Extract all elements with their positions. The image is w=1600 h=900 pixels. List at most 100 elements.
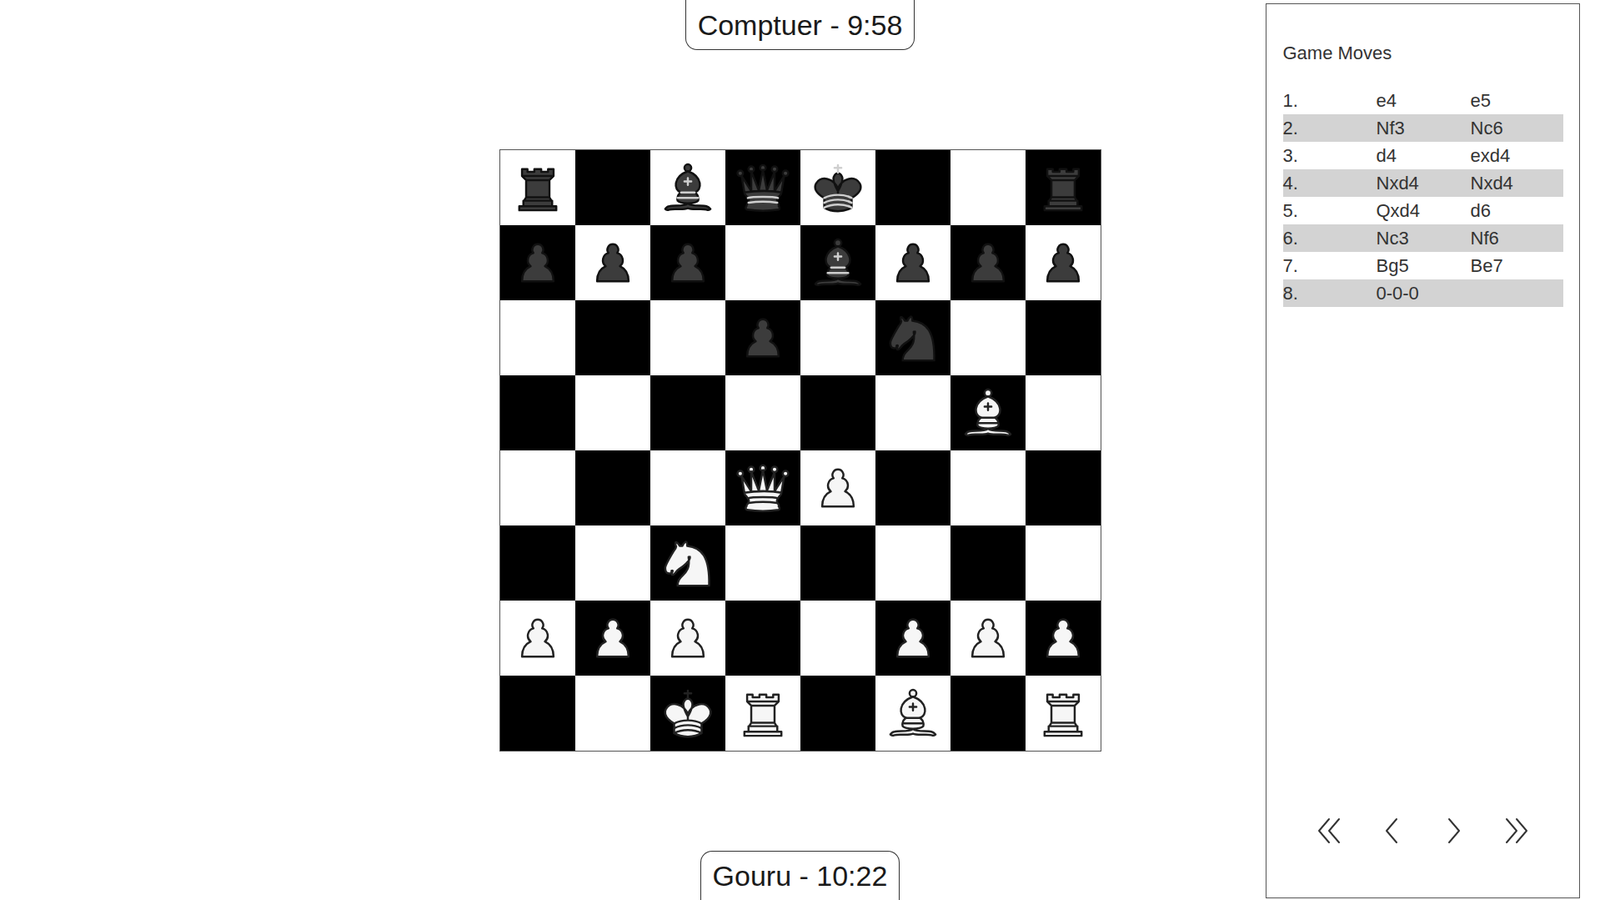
black-pawn-icon[interactable] <box>657 231 719 294</box>
white-move[interactable]: Nf3 <box>1376 117 1471 140</box>
white-pawn-icon[interactable] <box>1032 606 1094 669</box>
black-bishop-icon[interactable] <box>657 156 719 219</box>
black-pawn-icon[interactable] <box>1032 231 1094 294</box>
move-row[interactable]: 4. Nxd4 Nxd4 <box>1283 169 1564 197</box>
board-square[interactable] <box>800 150 876 226</box>
white-move[interactable]: Bg5 <box>1376 255 1471 277</box>
black-move[interactable]: d6 <box>1470 200 1564 222</box>
board-square[interactable] <box>575 150 651 226</box>
board-square[interactable] <box>1025 450 1101 526</box>
board-square[interactable] <box>500 600 576 676</box>
white-move[interactable]: Nxd4 <box>1376 172 1471 195</box>
board-square[interactable] <box>875 300 951 376</box>
board-square[interactable] <box>650 525 726 601</box>
board-square[interactable] <box>500 225 576 301</box>
board-square[interactable] <box>500 525 576 601</box>
black-pawn-icon[interactable] <box>957 231 1019 294</box>
white-move[interactable]: e4 <box>1376 90 1471 112</box>
board-square[interactable] <box>950 225 1026 301</box>
white-move[interactable]: d4 <box>1376 145 1471 167</box>
board-square[interactable] <box>725 525 801 601</box>
white-rook-icon[interactable] <box>1032 682 1094 744</box>
board-square[interactable] <box>650 675 726 751</box>
black-queen-icon[interactable] <box>732 156 794 219</box>
move-row[interactable]: 6. Nc3 Nf6 <box>1283 224 1564 252</box>
white-bishop-icon[interactable] <box>882 682 944 744</box>
board-square[interactable] <box>875 675 951 751</box>
black-bishop-icon[interactable] <box>807 231 869 294</box>
black-knight-icon[interactable] <box>882 306 944 369</box>
board-square[interactable] <box>875 375 951 451</box>
board-square[interactable] <box>875 525 951 601</box>
board-square[interactable] <box>800 225 876 301</box>
board-square[interactable] <box>650 600 726 676</box>
board-square[interactable] <box>725 225 801 301</box>
board-square[interactable] <box>950 600 1026 676</box>
board-square[interactable] <box>575 450 651 526</box>
previous-move-button[interactable] <box>1374 813 1409 848</box>
board-square[interactable] <box>500 150 576 226</box>
white-move[interactable]: Nc3 <box>1376 227 1471 250</box>
white-king-icon[interactable] <box>657 682 719 744</box>
board-square[interactable] <box>950 525 1026 601</box>
white-knight-icon[interactable] <box>657 531 719 594</box>
board-square[interactable] <box>500 675 576 751</box>
board-square[interactable] <box>1025 225 1101 301</box>
board-square[interactable] <box>950 150 1026 226</box>
chess-board[interactable] <box>499 149 1102 752</box>
black-move[interactable]: Nf6 <box>1470 227 1564 250</box>
board-square[interactable] <box>575 525 651 601</box>
board-square[interactable] <box>875 225 951 301</box>
black-move[interactable]: Nc6 <box>1470 117 1564 140</box>
black-pawn-icon[interactable] <box>732 306 794 369</box>
board-square[interactable] <box>650 450 726 526</box>
move-row[interactable]: 2. Nf3 Nc6 <box>1283 114 1564 142</box>
board-square[interactable] <box>875 600 951 676</box>
black-pawn-icon[interactable] <box>581 231 644 294</box>
white-move[interactable]: 0-0-0 <box>1376 282 1471 305</box>
board-square[interactable] <box>725 450 801 526</box>
board-square[interactable] <box>500 375 576 451</box>
black-rook-icon[interactable] <box>1032 156 1094 219</box>
board-square[interactable] <box>500 300 576 376</box>
black-rook-icon[interactable] <box>506 156 569 219</box>
board-square[interactable] <box>1025 375 1101 451</box>
board-square[interactable] <box>800 675 876 751</box>
board-square[interactable] <box>800 525 876 601</box>
board-square[interactable] <box>950 450 1026 526</box>
board-square[interactable] <box>725 675 801 751</box>
board-square[interactable] <box>1025 300 1101 376</box>
board-square[interactable] <box>950 300 1026 376</box>
board-square[interactable] <box>875 150 951 226</box>
move-row[interactable]: 5. Qxd4 d6 <box>1283 196 1564 225</box>
board-square[interactable] <box>1025 525 1101 601</box>
move-row[interactable]: 8. 0-0-0 <box>1283 279 1564 307</box>
black-move[interactable]: Be7 <box>1470 255 1564 277</box>
board-square[interactable] <box>725 150 801 226</box>
board-square[interactable] <box>650 300 726 376</box>
white-pawn-icon[interactable] <box>882 606 944 669</box>
board-square[interactable] <box>725 600 801 676</box>
move-row[interactable]: 1. e4 e5 <box>1283 86 1564 115</box>
white-rook-icon[interactable] <box>732 682 794 744</box>
board-square[interactable] <box>575 225 651 301</box>
next-move-button[interactable] <box>1437 813 1471 848</box>
board-square[interactable] <box>575 300 651 376</box>
board-square[interactable] <box>650 225 726 301</box>
black-pawn-icon[interactable] <box>882 231 944 294</box>
board-square[interactable] <box>575 600 651 676</box>
black-move[interactable]: exd4 <box>1470 145 1564 167</box>
board-square[interactable] <box>575 375 651 451</box>
board-square[interactable] <box>575 675 651 751</box>
board-square[interactable] <box>950 375 1026 451</box>
board-square[interactable] <box>800 450 876 526</box>
white-pawn-icon[interactable] <box>657 606 719 669</box>
first-move-button[interactable] <box>1312 813 1346 848</box>
white-pawn-icon[interactable] <box>957 606 1019 669</box>
white-pawn-icon[interactable] <box>506 606 569 669</box>
move-row[interactable]: 3. d4 exd4 <box>1283 141 1564 170</box>
board-square[interactable] <box>1025 675 1101 751</box>
white-bishop-icon[interactable] <box>957 381 1019 444</box>
black-king-icon[interactable] <box>807 156 869 219</box>
black-move[interactable]: Nxd4 <box>1470 172 1564 195</box>
